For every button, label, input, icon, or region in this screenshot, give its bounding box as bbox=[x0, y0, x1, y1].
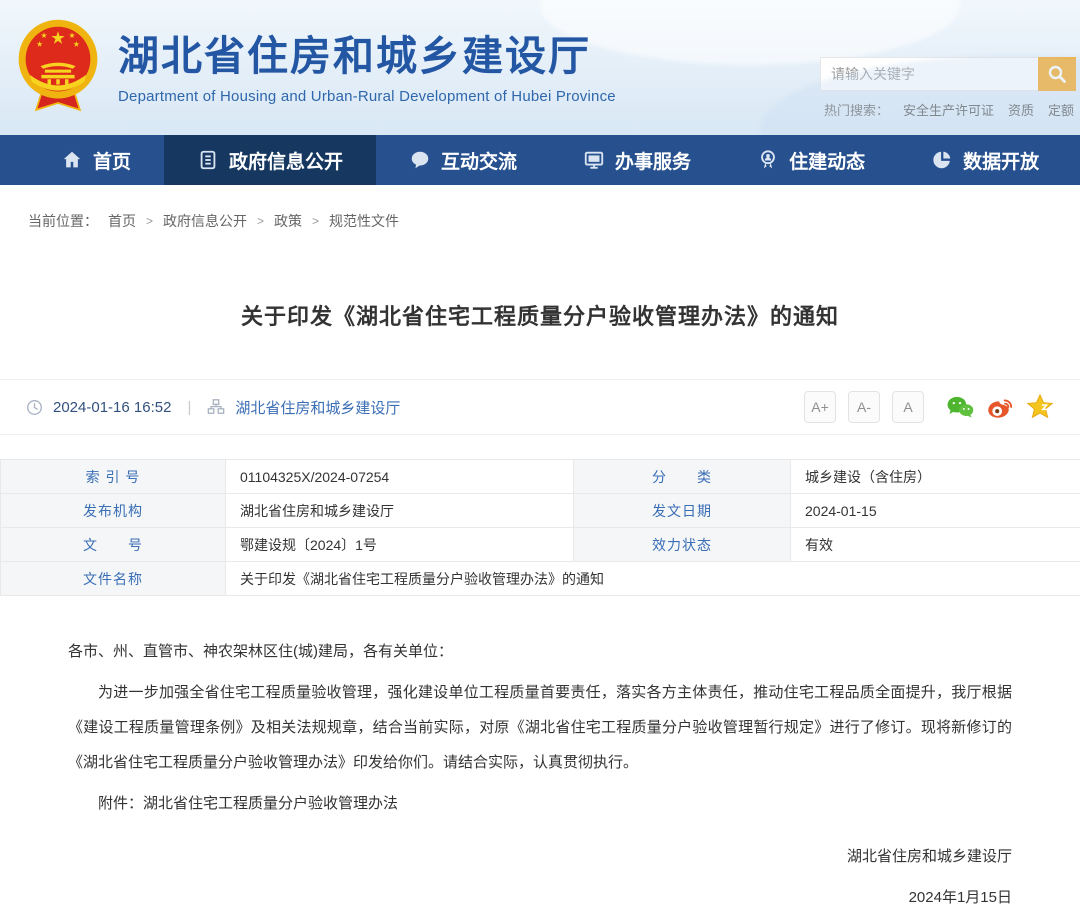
document-meta-table: 索 引 号 01104325X/2024-07254 分 类 城乡建设（含住房）… bbox=[0, 459, 1080, 596]
article-meta-left: 2024-01-16 16:52 | 湖北省住房和城乡建设厅 bbox=[26, 397, 400, 418]
nav-label: 办事服务 bbox=[615, 147, 691, 174]
wechat-share-icon[interactable] bbox=[946, 393, 974, 421]
table-row: 索 引 号 01104325X/2024-07254 分 类 城乡建设（含住房） bbox=[1, 460, 1080, 494]
site-subtitle: Department of Housing and Urban-Rural De… bbox=[118, 88, 616, 105]
breadcrumb-separator: > bbox=[146, 214, 153, 228]
nav-label: 住建动态 bbox=[789, 147, 865, 174]
font-smaller-button[interactable]: A- bbox=[848, 391, 880, 423]
validity-status-label: 效力状态 bbox=[574, 528, 791, 562]
main-nav: 首页 政府信息公开 互动交流 办事服务 bbox=[0, 135, 1080, 185]
category-label: 分 类 bbox=[574, 460, 791, 494]
clock-icon bbox=[26, 399, 43, 416]
body-paragraph: 为进一步加强全省住宅工程质量验收管理，强化建设单位工程质量首要责任，落实各方主体… bbox=[68, 675, 1012, 780]
issue-date-value: 2024-01-15 bbox=[791, 494, 1080, 528]
publish-time: 2024-01-16 16:52 bbox=[53, 399, 171, 416]
weibo-share-icon[interactable] bbox=[986, 393, 1014, 421]
issuing-agency-label: 发布机构 bbox=[1, 494, 226, 528]
medal-person-icon bbox=[757, 149, 779, 171]
nav-item-gov-info[interactable]: 政府信息公开 bbox=[164, 135, 376, 185]
nav-item-interaction[interactable]: 互动交流 bbox=[376, 135, 550, 185]
article-meta-tools: A+ A- A bbox=[804, 391, 1054, 423]
hot-search-term-3[interactable]: 定额 bbox=[1048, 100, 1074, 119]
font-reset-button[interactable]: A bbox=[892, 391, 924, 423]
hot-search-term-2[interactable]: 资质 bbox=[1008, 100, 1034, 119]
document-body: 各市、州、直管市、神农架林区住(城)建局，各有关单位： 为进一步加强全省住宅工程… bbox=[0, 634, 1080, 915]
site-title: 湖北省住房和城乡建设厅 bbox=[118, 34, 616, 79]
breadcrumb-label: 当前位置： bbox=[28, 211, 98, 231]
table-row: 发布机构 湖北省住房和城乡建设厅 发文日期 2024-01-15 bbox=[1, 494, 1080, 528]
breadcrumb: 当前位置： 首页 > 政府信息公开 > 政策 > 规范性文件 bbox=[0, 185, 1080, 231]
nav-item-services[interactable]: 办事服务 bbox=[550, 135, 724, 185]
article-source-link[interactable]: 湖北省住房和城乡建设厅 bbox=[235, 397, 400, 418]
signature-organization: 湖北省住房和城乡建设厅 bbox=[68, 839, 1012, 874]
validity-status-value: 有效 bbox=[791, 528, 1080, 562]
site-brand: 湖北省住房和城乡建设厅 Department of Housing and Ur… bbox=[118, 34, 616, 105]
table-row: 文件名称 关于印发《湖北省住宅工程质量分户验收管理办法》的通知 bbox=[1, 562, 1080, 596]
search-input[interactable] bbox=[820, 57, 1038, 91]
breadcrumb-item-policy[interactable]: 政策 bbox=[274, 211, 302, 231]
signature-date: 2024年1月15日 bbox=[68, 880, 1012, 915]
doc-name-label: 文件名称 bbox=[1, 562, 226, 596]
monitor-icon bbox=[583, 149, 605, 171]
chat-bubble-icon bbox=[409, 149, 431, 171]
hot-search-label: 热门搜索： bbox=[824, 100, 889, 119]
issuing-agency-value: 湖北省住房和城乡建设厅 bbox=[226, 494, 574, 528]
hot-search-row: 热门搜索： 安全生产许可证 资质 定额 bbox=[824, 100, 1074, 119]
meta-divider: | bbox=[187, 399, 191, 416]
organization-icon bbox=[207, 398, 225, 416]
category-value: 城乡建设（含住房） bbox=[791, 460, 1080, 494]
hot-search-term-1[interactable]: 安全生产许可证 bbox=[903, 100, 994, 119]
attachment-line: 附件：湖北省住宅工程质量分户验收管理办法 bbox=[68, 786, 1012, 821]
favorite-star-icon[interactable] bbox=[1026, 393, 1054, 421]
font-larger-button[interactable]: A+ bbox=[804, 391, 836, 423]
document-icon bbox=[197, 149, 219, 171]
search-button[interactable] bbox=[1038, 57, 1076, 91]
nav-label: 首页 bbox=[93, 147, 131, 174]
breadcrumb-separator: > bbox=[312, 214, 319, 228]
breadcrumb-item-normative-docs[interactable]: 规范性文件 bbox=[329, 211, 399, 231]
national-emblem-logo bbox=[16, 12, 100, 122]
nav-label: 数据开放 bbox=[963, 147, 1039, 174]
breadcrumb-item-home[interactable]: 首页 bbox=[108, 211, 136, 231]
search-bar bbox=[820, 57, 1076, 91]
doc-name-value: 关于印发《湖北省住宅工程质量分户验收管理办法》的通知 bbox=[226, 562, 1080, 596]
home-icon bbox=[61, 149, 83, 171]
search-icon bbox=[1047, 64, 1067, 84]
site-header: 湖北省住房和城乡建设厅 Department of Housing and Ur… bbox=[0, 0, 1080, 135]
doc-number-label: 文 号 bbox=[1, 528, 226, 562]
article-title: 关于印发《湖北省住宅工程质量分户验收管理办法》的通知 bbox=[0, 299, 1080, 331]
breadcrumb-separator: > bbox=[257, 214, 264, 228]
nav-label: 政府信息公开 bbox=[229, 147, 343, 174]
salutation: 各市、州、直管市、神农架林区住(城)建局，各有关单位： bbox=[68, 634, 1012, 669]
nav-item-home[interactable]: 首页 bbox=[28, 135, 164, 185]
nav-item-news[interactable]: 住建动态 bbox=[724, 135, 898, 185]
table-row: 文 号 鄂建设规〔2024〕1号 效力状态 有效 bbox=[1, 528, 1080, 562]
article-meta-row: 2024-01-16 16:52 | 湖北省住房和城乡建设厅 A+ A- A bbox=[0, 379, 1080, 435]
doc-number-value: 鄂建设规〔2024〕1号 bbox=[226, 528, 574, 562]
pie-chart-icon bbox=[931, 149, 953, 171]
nav-item-open-data[interactable]: 数据开放 bbox=[898, 135, 1072, 185]
index-number-value: 01104325X/2024-07254 bbox=[226, 460, 574, 494]
breadcrumb-item-gov-info[interactable]: 政府信息公开 bbox=[163, 211, 247, 231]
issue-date-label: 发文日期 bbox=[574, 494, 791, 528]
index-number-label: 索 引 号 bbox=[1, 460, 226, 494]
nav-label: 互动交流 bbox=[441, 147, 517, 174]
